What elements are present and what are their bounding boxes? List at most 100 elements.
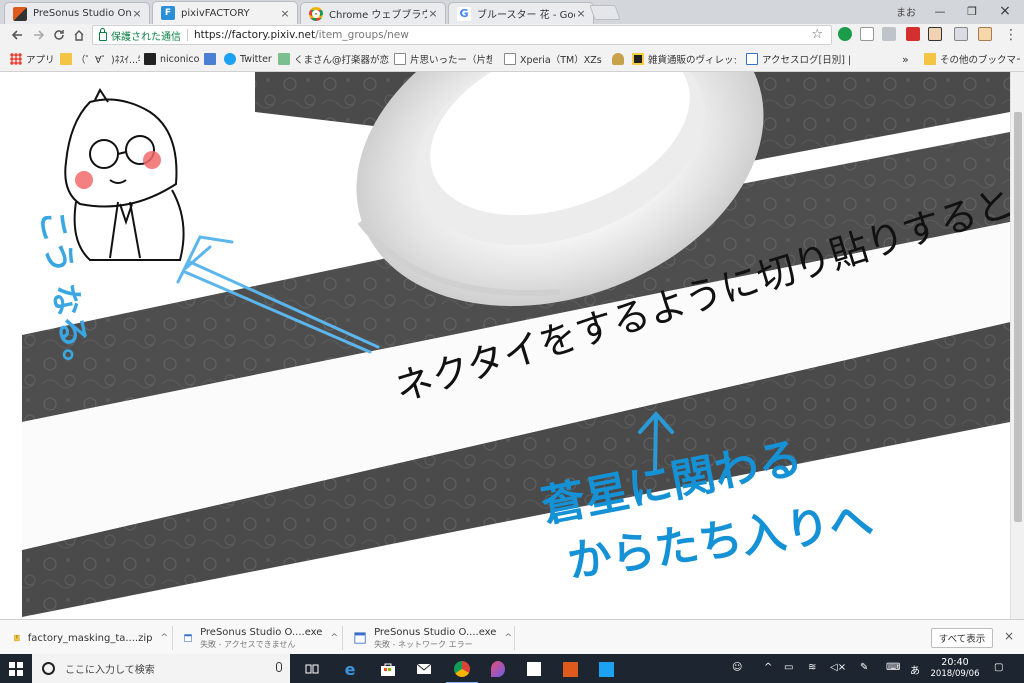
save-page-extension-icon[interactable] <box>860 27 874 41</box>
mail-icon[interactable] <box>414 659 434 679</box>
bookmark-neta[interactable]: （゜∀゜)ﾈｽｲ...物 <box>60 51 140 67</box>
scrollbar-thumb[interactable] <box>1014 112 1022 522</box>
download-item[interactable]: factory_masking_ta....zip ^ <box>14 623 168 653</box>
tab-presonus[interactable]: PreSonus Studio One | Pr × <box>4 2 150 24</box>
reload-icon <box>54 30 64 40</box>
show-hidden-icons[interactable]: ^ <box>764 662 772 673</box>
forward-arrow-icon <box>34 30 45 40</box>
blush-right <box>143 151 161 169</box>
bookmark-crown[interactable] <box>612 51 628 67</box>
tab-pixiv-factory[interactable]: F pixivFACTORY × <box>152 1 298 24</box>
bookmark-kataomoi[interactable]: 片思いったー（片想い <box>394 51 492 67</box>
bookmark-village[interactable]: 雑貨通販のヴィレッジヴ <box>632 51 736 67</box>
j-icon <box>746 53 758 65</box>
network-icon[interactable]: ≋ <box>808 662 816 673</box>
page-scrollbar[interactable] <box>1010 72 1024 619</box>
sticky-notes-icon[interactable] <box>524 659 544 679</box>
chevron-up-icon[interactable]: ^ <box>330 633 338 643</box>
blush-left <box>75 171 93 189</box>
close-icon[interactable]: × <box>427 7 439 20</box>
back-button[interactable] <box>8 26 26 44</box>
tab-strip: PreSonus Studio One | Pr × F pixivFACTOR… <box>0 0 1024 24</box>
home-button[interactable] <box>70 26 88 44</box>
microphone-icon[interactable] <box>276 662 282 672</box>
paint-icon[interactable] <box>488 659 508 679</box>
lock-icon <box>99 27 107 41</box>
restore-button[interactable]: ❐ <box>956 0 988 22</box>
folder-icon <box>60 53 72 65</box>
address-bar[interactable]: 保護された通信 https://factory.pixiv.net /item_… <box>92 25 832 45</box>
start-button[interactable] <box>0 654 32 683</box>
secure-label: 保護された通信 <box>111 31 181 43</box>
green-dot-extension-icon[interactable] <box>838 27 852 41</box>
cortana-icon <box>42 662 55 675</box>
keyboard-icon[interactable]: ⌨ <box>886 662 900 673</box>
home-icon <box>74 30 84 41</box>
taskbar-clock[interactable]: 20:40 2018/09/06 <box>926 657 984 680</box>
bookmark-apps[interactable]: アプリ <box>10 51 56 67</box>
windows-logo-icon <box>9 661 23 676</box>
close-icon[interactable]: × <box>279 7 291 20</box>
copy-extension-icon[interactable] <box>954 27 968 41</box>
exe-icon <box>354 632 366 644</box>
chrome-taskbar-icon[interactable] <box>446 659 478 683</box>
page-icon <box>504 53 516 65</box>
apps-grid-icon <box>10 53 22 65</box>
close-window-button[interactable]: × <box>988 0 1022 22</box>
close-icon[interactable]: × <box>131 7 143 20</box>
chevron-up-icon[interactable]: ^ <box>160 633 168 643</box>
red-pen-extension-icon[interactable] <box>906 27 920 41</box>
download-item[interactable]: PreSonus Studio O....exe 失敗 - アクセスできません … <box>184 623 338 653</box>
menu-icon[interactable]: ⋮ <box>1002 26 1020 44</box>
edge-icon[interactable]: e <box>340 659 360 679</box>
bookmarks-bar: アプリ （゜∀゜)ﾈｽｲ...物 niconico Twitter くまさん@打… <box>0 46 1024 72</box>
bookmarks-overflow-button[interactable]: » <box>902 51 914 67</box>
twitter-icon <box>224 53 236 65</box>
twitter-taskbar-icon[interactable] <box>596 659 616 679</box>
zip-icon <box>14 634 20 642</box>
page-icon <box>394 53 406 65</box>
people-icon[interactable]: ☺ <box>732 662 742 673</box>
minimize-button[interactable]: — <box>924 0 956 22</box>
pen-icon[interactable]: ✎ <box>860 662 868 673</box>
task-view-icon[interactable] <box>302 659 322 679</box>
chrome-icon <box>309 6 323 21</box>
volume-icon[interactable]: ◁× <box>830 662 846 673</box>
reload-button[interactable] <box>50 26 68 44</box>
forward-button[interactable] <box>30 26 48 44</box>
character-extension-icon[interactable] <box>928 27 942 41</box>
google-keep-extension-icon[interactable] <box>882 27 896 41</box>
store-icon[interactable] <box>378 659 398 679</box>
bookmark-kumasan[interactable]: くまさん@打楽器が恋し <box>278 51 390 67</box>
ime-indicator[interactable]: あ <box>910 662 920 677</box>
download-item[interactable]: PreSonus Studio O....exe 失敗 - ネットワーク エラー… <box>354 623 512 653</box>
avatar-extension-icon[interactable] <box>978 27 992 41</box>
tab-chrome[interactable]: Chrome ウェブブラウザ × <box>300 2 446 24</box>
bookmark-xperia[interactable]: Xperia（TM）XZs SC <box>504 51 604 67</box>
close-icon[interactable]: × <box>575 7 587 20</box>
url-host: https://factory.pixiv.net <box>194 29 316 41</box>
tab-title: PreSonus Studio One | Pr <box>33 8 131 19</box>
village-icon <box>632 53 644 65</box>
tab-google-search[interactable]: G ブルースター 花 - Google 検 × <box>448 2 594 24</box>
battery-icon[interactable]: ▭ <box>784 662 793 673</box>
bookmark-access-log[interactable]: アクセスログ[日別] | JUI <box>746 51 852 67</box>
bookmark-other[interactable]: その他のブックマーク <box>924 51 1020 67</box>
bookmark-blue[interactable] <box>204 51 220 67</box>
bookmark-twitter[interactable]: Twitter <box>224 51 274 67</box>
presonus-taskbar-icon[interactable] <box>560 659 580 679</box>
new-tab-button[interactable] <box>589 5 621 20</box>
bookmark-niconico[interactable]: niconico <box>144 51 202 67</box>
notification-icon[interactable]: ▢ <box>994 662 1003 673</box>
niconico-icon <box>144 53 156 65</box>
profile-name[interactable]: まお <box>896 4 916 19</box>
google-icon: G <box>457 6 471 21</box>
product-preview-image: ネクタイをするように切り貼りすると 蒼星に関わる からたち入りへ こう なる。 <box>22 72 1010 617</box>
star-icon[interactable]: ☆ <box>811 27 823 42</box>
show-all-downloads-button[interactable]: すべて表示 <box>931 628 993 648</box>
chevron-up-icon[interactable]: ^ <box>504 633 512 643</box>
close-icon[interactable]: × <box>1004 629 1014 643</box>
tab-title: ブルースター 花 - Google 検 <box>477 10 575 21</box>
back-arrow-icon <box>11 30 22 40</box>
taskbar-search-input[interactable]: ここに入力して検索 <box>32 654 290 683</box>
